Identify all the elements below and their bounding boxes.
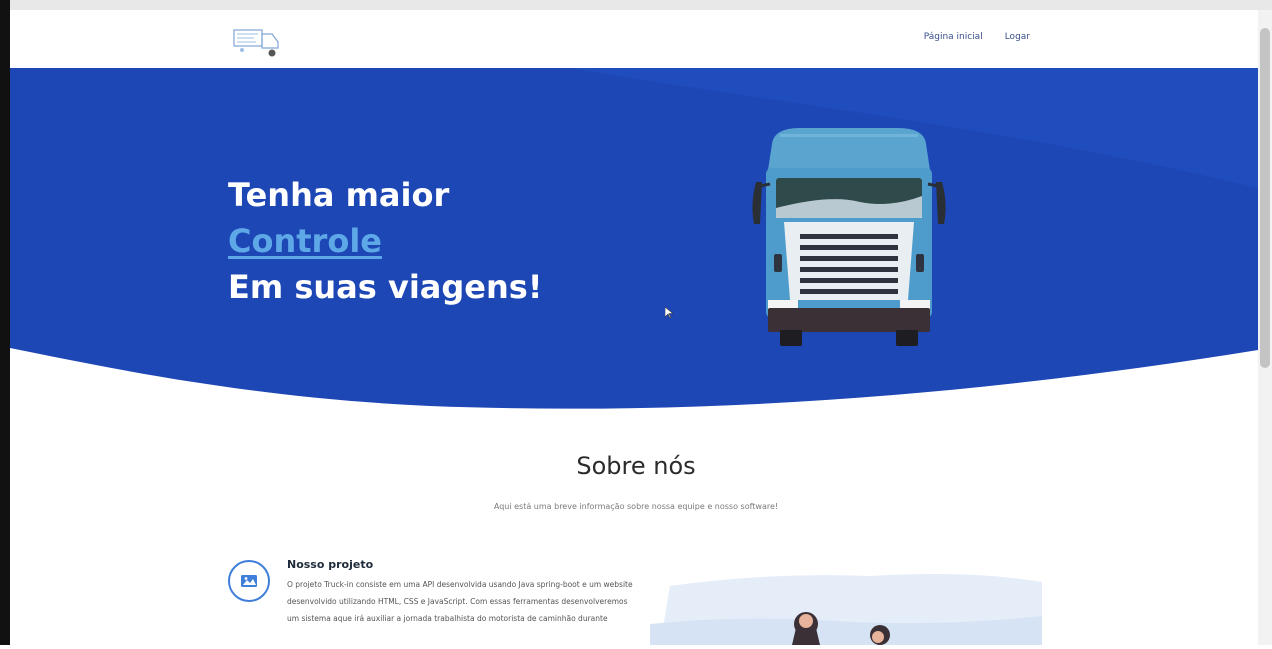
- nav-link-home[interactable]: Página inicial: [924, 32, 983, 42]
- about-title: Sobre nós: [576, 452, 696, 480]
- hero-background: [10, 68, 1258, 409]
- about-subtitle: Aqui está uma breve informação sobre nos…: [493, 502, 779, 511]
- nav-link-login[interactable]: Logar: [1005, 32, 1030, 42]
- truck-illustration: [740, 124, 960, 358]
- scrollbar[interactable]: [1258, 10, 1272, 645]
- hero-line-3: Em suas viagens!: [228, 268, 543, 306]
- hero-section: Tenha maior Controle Em suas viagens!: [10, 68, 1258, 413]
- feature-title: Nosso projeto: [287, 558, 374, 571]
- hero-highlight-word: Controle: [228, 222, 382, 260]
- hero-headline: Tenha maior Controle Em suas viagens!: [228, 172, 542, 310]
- scrollbar-thumb[interactable]: [1260, 28, 1270, 368]
- image-icon: [228, 560, 270, 602]
- truck-logo-icon[interactable]: [228, 22, 284, 60]
- window-frame-top: [10, 0, 1272, 10]
- navbar: Página inicial Logar: [10, 10, 1258, 68]
- feature-description: O projeto Truck-in consiste em uma API d…: [287, 580, 633, 623]
- team-illustration: [650, 566, 1050, 649]
- window-frame-left: [0, 0, 10, 645]
- mouse-cursor-icon: [664, 304, 674, 323]
- hero-line-1: Tenha maior: [228, 176, 450, 214]
